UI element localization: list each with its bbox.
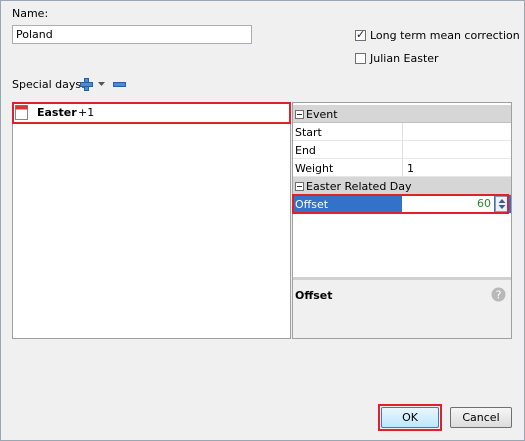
weight-label: Weight bbox=[295, 162, 334, 175]
collapse-icon[interactable] bbox=[295, 110, 304, 119]
highlight-list-item bbox=[12, 102, 291, 124]
name-input[interactable] bbox=[12, 25, 252, 44]
weight-value[interactable]: 1 bbox=[407, 162, 414, 175]
end-row[interactable]: End bbox=[293, 141, 511, 159]
add-icon[interactable] bbox=[80, 78, 93, 91]
name-label: Name: bbox=[12, 7, 49, 20]
property-sheet: Event Start End Weight 1 Easter Related … bbox=[292, 102, 512, 339]
svg-text:?: ? bbox=[496, 289, 502, 302]
weight-row[interactable]: Weight 1 bbox=[293, 159, 511, 177]
highlight-ok-button bbox=[378, 404, 442, 431]
highlight-offset-row bbox=[292, 194, 509, 214]
collapse-icon[interactable] bbox=[295, 182, 304, 191]
long-term-mean-checkbox[interactable] bbox=[355, 28, 366, 41]
event-category-row[interactable]: Event bbox=[293, 105, 511, 123]
long-term-mean-label: Long term mean correction bbox=[370, 29, 520, 42]
help-icon[interactable]: ? bbox=[491, 287, 506, 302]
description-title: Offset bbox=[295, 289, 333, 302]
easter-category-label: Easter Related Day bbox=[306, 180, 412, 193]
description-area: Offset ? bbox=[293, 280, 511, 338]
start-row[interactable]: Start bbox=[293, 123, 511, 141]
julian-easter-checkbox[interactable] bbox=[355, 53, 366, 64]
event-category-label: Event bbox=[306, 108, 338, 121]
end-label: End bbox=[295, 144, 316, 157]
julian-easter-label: Julian Easter bbox=[370, 52, 439, 65]
easter-category-row[interactable]: Easter Related Day bbox=[293, 177, 511, 195]
special-days-list[interactable] bbox=[12, 102, 291, 339]
start-label: Start bbox=[295, 126, 322, 139]
remove-icon[interactable] bbox=[113, 82, 126, 87]
cancel-button[interactable]: Cancel bbox=[450, 407, 512, 428]
dropdown-arrow-icon[interactable] bbox=[98, 82, 105, 87]
special-days-label: Special days: bbox=[12, 78, 85, 91]
